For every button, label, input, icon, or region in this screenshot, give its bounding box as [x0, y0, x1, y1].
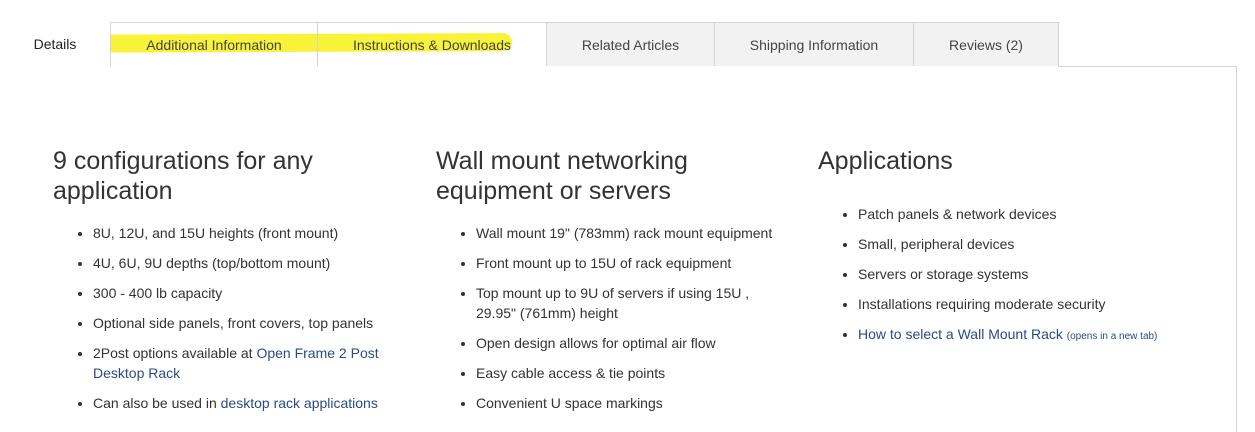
- tab-reviews-label: Reviews (2): [949, 36, 1023, 53]
- list-item: Open design allows for optimal air flow: [476, 333, 786, 353]
- column-heading: 9 configurations for any application: [53, 147, 313, 205]
- panel-border-right: [1236, 66, 1237, 432]
- product-details-page: Details Additional Information Instructi…: [0, 0, 1255, 432]
- list-item: Top mount up to 9U of servers if using 1…: [476, 283, 786, 323]
- list-item: 300 - 400 lb capacity: [93, 283, 398, 303]
- list-item: Can also be used in desktop rack applica…: [93, 393, 398, 413]
- column-heading: Wall mount networking equipment or serve…: [436, 147, 688, 205]
- list-item: Small, peripheral devices: [858, 234, 1228, 254]
- list-item: How to select a Wall Mount Rack (opens i…: [858, 324, 1228, 347]
- list-item: Easy cable access & tie points: [476, 363, 786, 383]
- list-item: Installations requiring moderate securit…: [858, 294, 1228, 314]
- applications-list: Patch panels & network devices Small, pe…: [818, 204, 1228, 347]
- column-applications: Applications Patch panels & network devi…: [818, 146, 1228, 357]
- feature-list: 8U, 12U, and 15U heights (front mount) 4…: [53, 223, 398, 413]
- tab-instructions-downloads[interactable]: Instructions & Downloads: [317, 22, 547, 66]
- list-item: Servers or storage systems: [858, 264, 1228, 284]
- column-heading: Applications: [818, 147, 953, 175]
- product-tabs: Details Additional Information Instructi…: [0, 22, 1237, 67]
- tab-additional-information-label: Additional Information: [146, 36, 282, 53]
- list-item: 4U, 6U, 9U depths (top/bottom mount): [93, 253, 398, 273]
- tab-instructions-downloads-label: Instructions & Downloads: [353, 36, 511, 53]
- list-item: 8U, 12U, and 15U heights (front mount): [93, 223, 398, 243]
- list-item: Optional side panels, front covers, top …: [93, 313, 398, 333]
- desktop-rack-applications-link[interactable]: desktop rack applications: [221, 395, 378, 411]
- column-wall-mount: Wall mount networking equipment or serve…: [436, 146, 786, 423]
- list-item: 2Post options available at Open Frame 2 …: [93, 343, 398, 383]
- tab-shipping-information-label: Shipping Information: [749, 36, 879, 53]
- list-item: Front mount up to 15U of rack equipment: [476, 253, 786, 273]
- tab-details-label: Details: [33, 36, 77, 52]
- column-configurations: 9 configurations for any application 8U,…: [53, 146, 398, 423]
- list-item: Convenient U space markings: [476, 393, 786, 413]
- tab-additional-information[interactable]: Additional Information: [110, 22, 318, 66]
- feature-list: Wall mount 19" (783mm) rack mount equipm…: [436, 223, 786, 413]
- list-item: Wall mount 19" (783mm) rack mount equipm…: [476, 223, 786, 243]
- tab-shipping-information[interactable]: Shipping Information: [714, 22, 914, 66]
- tab-related-articles[interactable]: Related Articles: [546, 22, 715, 66]
- tab-reviews[interactable]: Reviews (2): [913, 22, 1059, 66]
- list-item: Patch panels & network devices: [858, 204, 1228, 224]
- opens-new-tab-note: (opens in a new tab): [1066, 331, 1158, 342]
- how-to-select-wall-mount-rack-link[interactable]: How to select a Wall Mount Rack (opens i…: [858, 326, 1157, 342]
- tab-details[interactable]: Details: [0, 22, 110, 66]
- panel-border-top: [1058, 66, 1237, 67]
- tab-related-articles-label: Related Articles: [581, 36, 680, 53]
